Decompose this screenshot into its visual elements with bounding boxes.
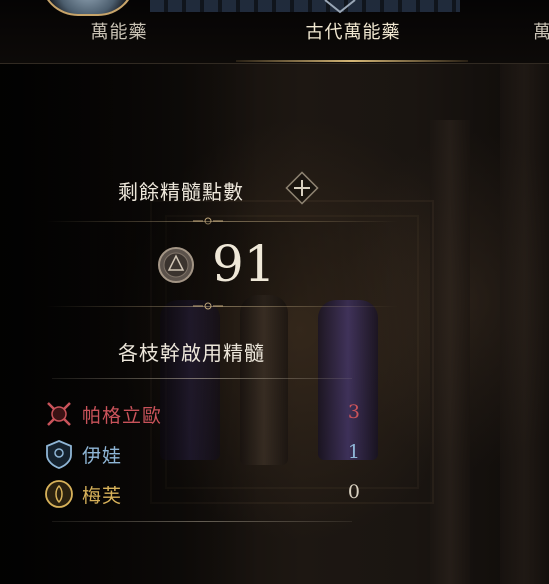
tab-ancient-panacea[interactable]: 古代萬能藥 xyxy=(238,18,468,52)
branch-row-maphr: 梅芙 0 xyxy=(44,476,360,510)
divider xyxy=(52,378,352,379)
chevron-down-icon xyxy=(324,0,356,14)
tab-next-partial[interactable]: 萬 xyxy=(533,18,549,52)
tab-bar: 萬能藥 古代萬能藥 萬 xyxy=(0,0,549,64)
remaining-essence-value: 91 xyxy=(212,235,276,293)
active-tab-indicator xyxy=(236,60,468,62)
add-essence-button[interactable] xyxy=(285,171,319,205)
essence-orb-icon xyxy=(158,247,194,283)
crest-emblem-icon xyxy=(40,0,136,16)
tab-panacea[interactable]: 萬能藥 xyxy=(0,18,238,52)
branch-row-pagrio: 帕格立歐 3 xyxy=(44,396,360,430)
branch-value: 1 xyxy=(347,441,360,463)
branch-row-eva: 伊娃 1 xyxy=(44,436,360,470)
branch-essence-title: 各枝幹啟用精髓 xyxy=(118,341,265,365)
pagrio-icon xyxy=(47,402,71,426)
branch-name: 梅芙 xyxy=(82,485,123,507)
ornament-icon xyxy=(193,302,223,310)
branch-name: 帕格立歐 xyxy=(82,405,163,427)
decorative-strip xyxy=(150,0,460,12)
eva-icon xyxy=(46,440,72,469)
branch-value: 3 xyxy=(347,401,360,423)
remaining-essence-label: 剩餘精髓點數 xyxy=(118,180,244,204)
branch-value: 0 xyxy=(347,481,360,503)
divider xyxy=(52,521,352,522)
maphr-icon xyxy=(45,480,73,508)
branch-name: 伊娃 xyxy=(82,445,123,467)
